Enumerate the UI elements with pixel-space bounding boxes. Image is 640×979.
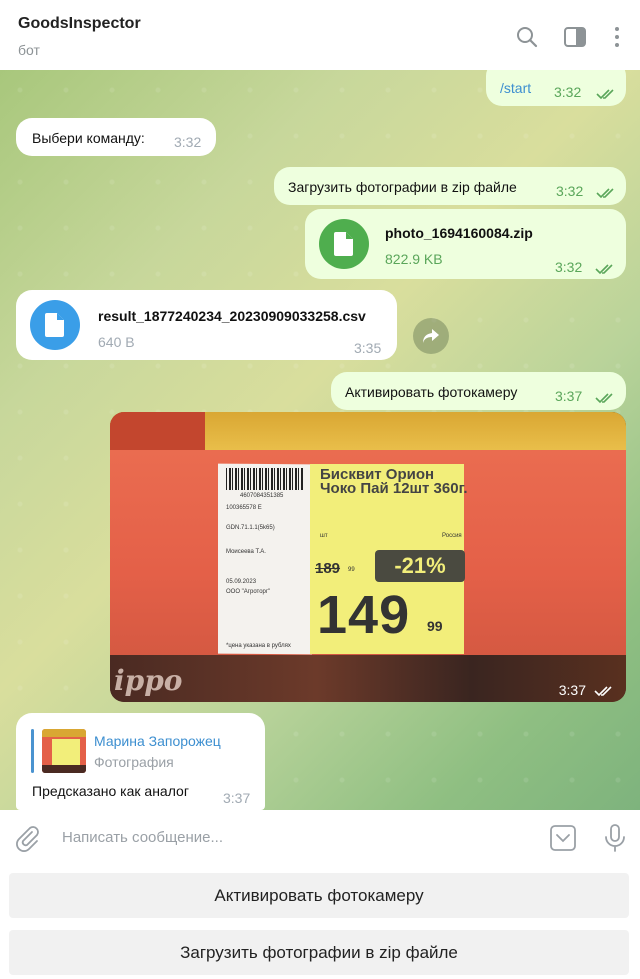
message-time: 3:37 (223, 790, 251, 806)
message-text: Выбери команду: (32, 130, 145, 146)
message-input-bar: Написать сообщение... (0, 810, 640, 866)
tag-discount: -21% (375, 550, 465, 582)
read-ticks-icon (596, 89, 614, 100)
message-time: 3:32 (556, 183, 584, 199)
message-file-outgoing[interactable]: photo_1694160084.zip 822.9 KB 3:32 (305, 209, 626, 279)
message-text: Предсказано как аналог (32, 783, 189, 799)
sidebar-toggle-icon[interactable] (560, 22, 590, 52)
keyboard-toggle-icon[interactable] (548, 823, 578, 853)
read-ticks-icon (596, 188, 614, 199)
message-time: 3:32 (554, 84, 582, 100)
tag-product-name: Бисквит Орион Чоко Пай 12шт 360г. (320, 466, 468, 497)
message-input[interactable]: Написать сообщение... (62, 829, 223, 846)
photo-packaging-text: ippo (114, 664, 183, 697)
tag-line1: GDN.71.1.1(5k65) (226, 525, 275, 531)
file-size: 640 B (98, 334, 135, 350)
message-time: 3:35 (354, 340, 382, 356)
tag-old-price: 189 (315, 560, 341, 577)
tag-unit: шт (320, 533, 328, 539)
reply-type: Фотография (94, 754, 174, 770)
tag-line2: Моисеева Т.А. (226, 549, 266, 555)
chat-title[interactable]: GoodsInspector (18, 15, 141, 33)
chat-area[interactable]: /start 3:32 Выбери команду: 3:32 Загрузи… (0, 70, 640, 810)
photo-message[interactable]: ippo 4607084351385 100365578 E GDN.71.1.… (110, 412, 626, 702)
share-icon[interactable] (413, 318, 449, 354)
bot-keyboard: Активировать фотокамеру Загрузить фотогр… (0, 866, 640, 979)
more-vertical-icon[interactable] (602, 22, 632, 52)
photo-background (110, 412, 205, 450)
tag-footer: *цена указана в рублях (226, 643, 291, 649)
chat-subtitle: бот (18, 42, 40, 58)
tag-barcode-number: 4607084351385 (240, 493, 284, 499)
microphone-icon[interactable] (600, 823, 630, 853)
reply-bar (31, 729, 34, 773)
message-text: Активировать фотокамеру (345, 384, 518, 400)
tag-code: 100365578 E (226, 505, 262, 511)
chat-header: GoodsInspector бот (0, 0, 640, 70)
file-name[interactable]: photo_1694160084.zip (385, 225, 533, 241)
message-outgoing[interactable]: /start 3:32 (486, 70, 626, 106)
reply-author[interactable]: Марина Запорожец (94, 733, 221, 749)
message-incoming[interactable]: Выбери команду: 3:32 (16, 118, 216, 156)
file-icon[interactable] (319, 219, 369, 269)
message-time: 3:37 (555, 388, 583, 404)
message-text: Загрузить фотографии в zip файле (288, 179, 517, 195)
message-text[interactable]: /start (500, 80, 531, 96)
keyboard-button-upload-zip[interactable]: Загрузить фотографии в zip файле (9, 930, 629, 975)
read-ticks-icon (595, 264, 613, 275)
tag-old-price-cents: 99 (348, 567, 355, 573)
file-name[interactable]: result_1877240234_20230909033258.csv (98, 308, 366, 324)
tag-price: 149 (317, 585, 411, 645)
tag-price-cents: 99 (427, 618, 443, 634)
read-ticks-icon (595, 393, 613, 404)
search-icon[interactable] (512, 22, 542, 52)
attach-icon[interactable] (12, 823, 42, 853)
message-time: 3:37 (558, 682, 586, 698)
photo-background (110, 655, 626, 702)
read-ticks-icon (594, 686, 612, 697)
message-outgoing[interactable]: Загрузить фотографии в zip файле 3:32 (274, 167, 626, 205)
message-time: 3:32 (555, 259, 583, 275)
message-time: 3:32 (174, 134, 202, 150)
barcode (226, 468, 304, 490)
tag-country: Россия (442, 533, 462, 539)
message-file-incoming[interactable]: result_1877240234_20230909033258.csv 640… (16, 290, 397, 360)
reply-photo-thumbnail[interactable] (42, 729, 86, 773)
message-outgoing[interactable]: Активировать фотокамеру 3:37 (331, 372, 626, 410)
file-size: 822.9 KB (385, 251, 443, 267)
message-reply-incoming[interactable]: Марина Запорожец Фотография Предсказано … (16, 713, 265, 810)
file-icon[interactable] (30, 300, 80, 350)
keyboard-button-activate-camera[interactable]: Активировать фотокамеру (9, 873, 629, 918)
tag-company: ООО "Агроторг" (226, 589, 271, 595)
tag-date: 05.09.2023 (226, 579, 257, 585)
